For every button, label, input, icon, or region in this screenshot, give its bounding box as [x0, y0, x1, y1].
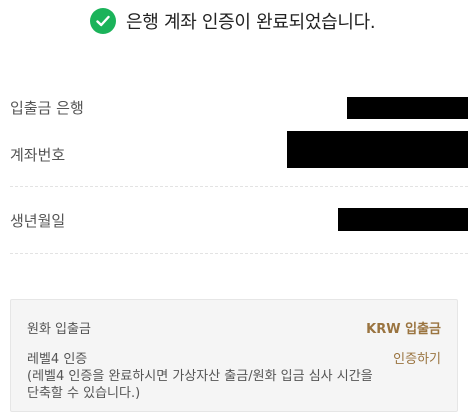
bank-value-redacted	[347, 97, 468, 119]
account-number-value-redacted	[287, 131, 468, 168]
birth-date-value-redacted	[338, 208, 468, 231]
krw-deposit-withdraw-link[interactable]: KRW 입출금	[366, 318, 441, 337]
level4-verification-label: 레벨4 인증	[27, 352, 88, 367]
check-circle-icon	[90, 8, 116, 34]
verification-success-banner: 은행 계좌 인증이 완료되었습니다.	[90, 8, 376, 34]
krw-deposit-withdraw-label: 원화 입출금	[27, 322, 91, 337]
success-message: 은행 계좌 인증이 완료되었습니다.	[126, 12, 376, 33]
info-box: 원화 입출금 KRW 입출금 레벨4 인증 인증하기 (레벨4 인증을 완료하시…	[10, 299, 458, 412]
birth-date-label: 생년월일	[10, 212, 66, 230]
bank-label: 입출금 은행	[10, 99, 84, 117]
divider	[10, 186, 468, 187]
level4-note: (레벨4 인증을 완료하시면 가상자산 출금/원화 입금 심사 시간을 단축할 …	[27, 369, 373, 401]
divider	[10, 253, 468, 254]
verify-link[interactable]: 인증하기	[393, 348, 441, 367]
account-number-label: 계좌번호	[10, 146, 66, 164]
